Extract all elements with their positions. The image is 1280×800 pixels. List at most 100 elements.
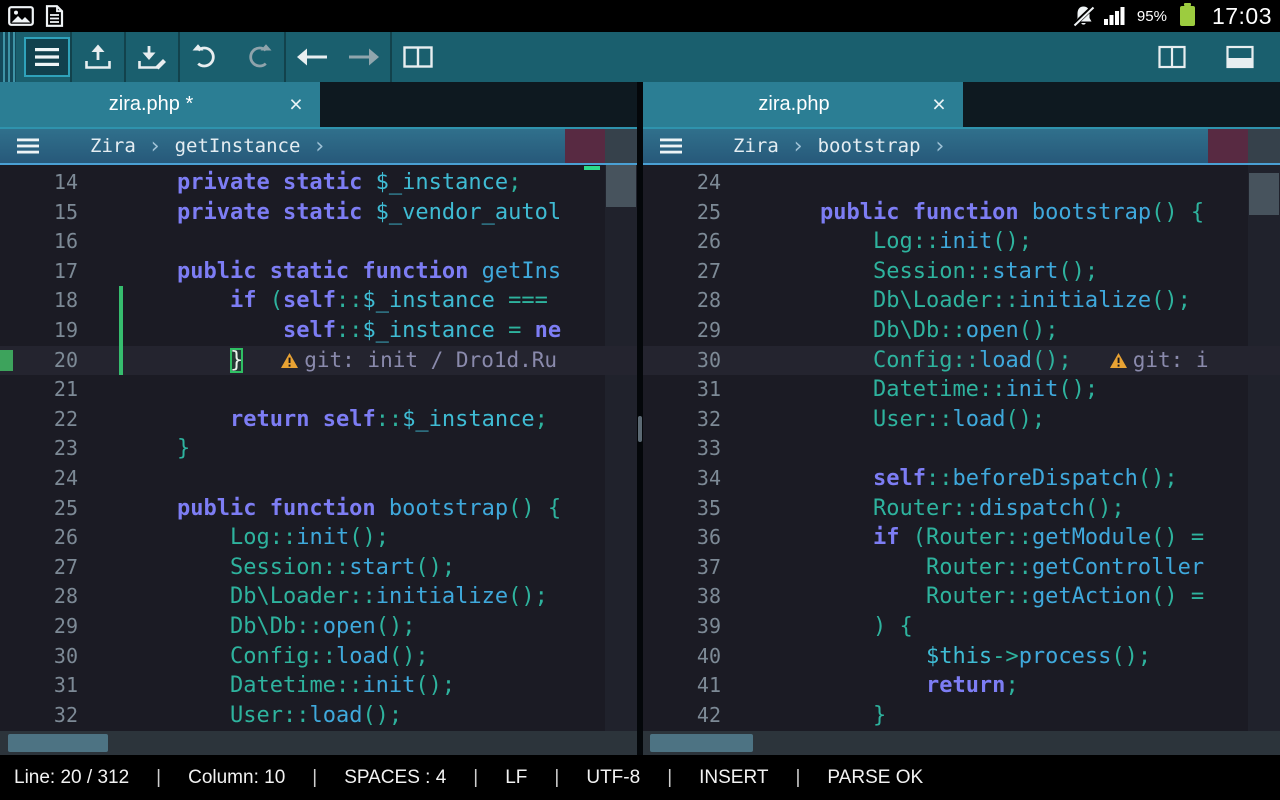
notification-icons [8,5,64,27]
breadcrumb-item-class[interactable]: Zira [90,135,136,157]
editor-status-bar: Line: 20 / 312 | Column: 10 | SPACES : 4… [0,755,1280,800]
line-number: 32 [643,405,767,435]
navigate-back-button[interactable] [286,32,338,82]
screen: 95% 17:03 [0,0,1280,800]
tab-close-icon[interactable]: × [915,91,963,118]
hscroll-thumb[interactable] [8,734,108,752]
code-line[interactable]: 32 User::load(); [0,701,637,731]
status-input-mode[interactable]: INSERT [699,767,768,789]
breadcrumb-item-class[interactable]: Zira [733,135,779,157]
status-encoding[interactable]: UTF-8 [586,767,640,789]
code-line[interactable]: 31 Datetime::init(); [643,375,1280,405]
status-indent-mode[interactable]: SPACES : 4 [344,767,446,789]
scrollbar-cap [1248,129,1280,163]
code-line[interactable]: 15 private static $_vendor_autol [0,198,637,228]
code-line[interactable]: 26 Log::init(); [0,523,637,553]
line-number: 25 [0,494,124,524]
breadcrumb: Zira › getInstance › [0,127,637,165]
code-text: Router::getController [767,553,1280,583]
code-line[interactable]: 29 Db\Db::open(); [0,612,637,642]
code-line[interactable]: 34 self::beforeDispatch(); [643,464,1280,494]
line-number: 36 [643,523,767,553]
line-number: 42 [643,701,767,731]
code-line[interactable]: 16 [0,227,637,257]
split-vertical-button[interactable] [1146,32,1198,82]
drawer-grip[interactable] [0,32,16,82]
hscrollbar[interactable] [0,731,637,755]
code-line[interactable]: 38 Router::getAction() = [643,582,1280,612]
warning-icon [281,353,298,368]
battery-percent: 95% [1137,8,1167,25]
code-area[interactable]: 2425 public function bootstrap() {26 Log… [643,165,1280,731]
code-text: Db\Loader::initialize(); [124,582,637,612]
code-line[interactable]: 30 Config::load(); [0,642,637,672]
code-text: public static function getIns [124,257,637,287]
save-as-button[interactable] [126,32,178,82]
tab-title: zira.php * [0,93,272,116]
code-line[interactable]: 36 if (Router::getModule() = [643,523,1280,553]
code-line[interactable]: 30 Config::load();git: i [643,346,1280,376]
status-cursor-line[interactable]: Line: 20 / 312 [14,767,129,789]
code-line[interactable]: 27 Session::start(); [0,553,637,583]
code-line[interactable]: 28 Db\Loader::initialize(); [643,286,1280,316]
code-line[interactable]: 33 [643,434,1280,464]
code-line[interactable]: 32 User::load(); [643,405,1280,435]
code-line[interactable]: 14 private static $_instance; [0,168,637,198]
code-line[interactable]: 27 Session::start(); [643,257,1280,287]
code-text: } [767,701,1280,731]
warning-icon [1110,353,1127,368]
hscroll-thumb[interactable] [650,734,753,752]
code-line[interactable]: 25 public function bootstrap() { [0,494,637,524]
code-line[interactable]: 41 return; [643,671,1280,701]
code-text: if (Router::getModule() = [767,523,1280,553]
breadcrumb-menu-icon[interactable] [16,137,40,155]
code-line[interactable]: 24 [643,168,1280,198]
status-parse-status[interactable]: PARSE OK [827,767,923,789]
code-line[interactable]: 18 if (self::$_instance === [0,286,637,316]
code-line[interactable]: 25 public function bootstrap() { [643,198,1280,228]
split-view-button[interactable] [392,32,444,82]
code-line[interactable]: 23 } [0,434,637,464]
breadcrumb-menu-icon[interactable] [659,137,683,155]
code-line[interactable]: 40 $this->process(); [643,642,1280,672]
code-line[interactable]: 19 self::$_instance = ne [0,316,637,346]
code-line[interactable]: 35 Router::dispatch(); [643,494,1280,524]
breadcrumb-item-method[interactable]: bootstrap [818,135,921,157]
menu-button[interactable] [16,32,70,82]
code-line[interactable]: 24 [0,464,637,494]
tab-bar: zira.php * × [0,82,637,127]
code-text: Config::load(); [124,642,637,672]
code-text: self::$_instance = ne [124,316,637,346]
hscrollbar[interactable] [643,731,1280,755]
code-line[interactable]: 26 Log::init(); [643,227,1280,257]
document-icon [45,5,64,27]
breadcrumb-item-method[interactable]: getInstance [175,135,301,157]
redo-button[interactable] [232,32,284,82]
code-line[interactable]: 17 public static function getIns [0,257,637,287]
vibrate-off-icon [1072,5,1095,27]
status-line-ending[interactable]: LF [505,767,527,789]
code-line[interactable]: 28 Db\Loader::initialize(); [0,582,637,612]
code-text: } [124,434,637,464]
code-line[interactable]: 21 [0,375,637,405]
code-area[interactable]: 14 private static $_instance;15 private … [0,165,637,731]
code-line[interactable]: 37 Router::getController [643,553,1280,583]
code-line[interactable]: 31 Datetime::init(); [0,671,637,701]
status-separator: | [312,767,317,789]
open-file-button[interactable] [72,32,124,82]
tab-zira-php[interactable]: zira.php * × [0,82,320,127]
navigate-forward-button[interactable] [338,32,390,82]
line-number: 14 [0,168,124,198]
undo-button[interactable] [180,32,232,82]
status-cursor-column[interactable]: Column: 10 [188,767,285,789]
tab-close-icon[interactable]: × [272,91,320,118]
code-line[interactable]: 39 ) { [643,612,1280,642]
code-line[interactable]: 22 return self::$_instance; [0,405,637,435]
line-number: 37 [643,553,767,583]
code-line[interactable]: 29 Db\Db::open(); [643,316,1280,346]
split-horizontal-button[interactable] [1214,32,1266,82]
code-text [767,434,1280,464]
code-line[interactable]: 42 } [643,701,1280,731]
tab-zira-php[interactable]: zira.php × [643,82,963,127]
code-line[interactable]: 20 }git: init / Dro1d.Ru [0,346,637,376]
